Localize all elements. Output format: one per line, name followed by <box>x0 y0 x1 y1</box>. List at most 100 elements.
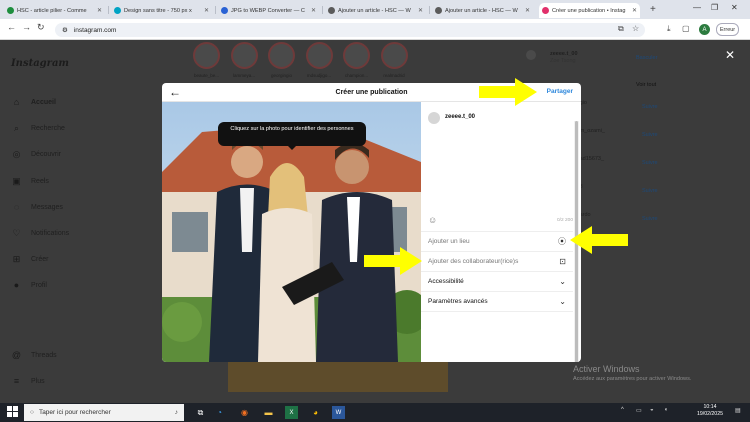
new-tab-button[interactable]: + <box>650 4 656 15</box>
nav-item-messenger[interactable]: ◌ Messages <box>11 201 63 213</box>
instagram-logo[interactable]: Instagram <box>11 58 69 69</box>
close-tab-icon[interactable]: ✕ <box>204 7 209 14</box>
close-tab-icon[interactable]: ✕ <box>311 7 316 14</box>
nav-item-reels[interactable]: ▣ Reels <box>11 175 49 187</box>
option-label: Ajouter un lieu <box>428 238 470 245</box>
nav-item-home[interactable]: ⌂ Accueil <box>11 96 56 108</box>
file-explorer-icon[interactable]: ▬ <box>262 406 275 419</box>
notification-icon[interactable]: ▤ <box>735 407 741 414</box>
minimize-icon[interactable]: — <box>693 3 701 12</box>
option-row-4[interactable]: Paramètres avancés ⌄ <box>421 291 573 311</box>
reload-icon[interactable]: ↻ <box>37 22 45 33</box>
follow-button[interactable]: Suivre <box>642 188 658 194</box>
back-icon[interactable]: ← <box>7 22 16 32</box>
nav-item-search[interactable]: ⌕ Recherche <box>11 122 65 134</box>
taskbar-clock[interactable]: 10:14 19/02/2025 <box>697 404 723 418</box>
download-icon[interactable]: ⤓ <box>667 24 671 34</box>
word-icon[interactable]: W <box>332 406 345 419</box>
option-row-2[interactable]: Ajouter des collaborateur(rice)s ⊡ <box>421 251 573 271</box>
close-tab-icon[interactable]: ✕ <box>525 7 530 14</box>
tab-title: Ajouter un article - HSC — W <box>338 7 411 14</box>
battery-icon[interactable]: ▭ <box>636 407 642 414</box>
close-tab-icon[interactable]: ✕ <box>632 7 637 14</box>
address-bar[interactable]: ⚙ instagram.com <box>55 23 645 37</box>
nav-item-profile[interactable]: ● Profil <box>11 279 47 291</box>
avatar[interactable] <box>526 50 536 60</box>
story-avatar[interactable] <box>380 42 408 69</box>
tab-favicon-icon <box>7 7 14 14</box>
browser-tab[interactable]: Design sans titre - 750 px x ✕ <box>111 3 212 18</box>
option-row-1[interactable]: Ajouter un lieu ⦿ <box>421 231 573 251</box>
task-view-icon[interactable]: ⧉ <box>194 406 207 419</box>
see-all-link[interactable]: Voir tout <box>636 82 656 88</box>
browser-tab[interactable]: Ajouter un article - HSC — W ✕ <box>325 3 426 18</box>
location-pin-icon[interactable]: ⦿ <box>558 236 566 247</box>
post-username: zeeee.t_00 <box>445 114 476 120</box>
tray-chevron-icon[interactable]: ^ <box>621 407 624 413</box>
firefox-icon[interactable]: ◉ <box>238 406 251 419</box>
search-icon: ○ <box>30 409 34 416</box>
profile-icon: ● <box>13 280 20 290</box>
story-avatar[interactable] <box>305 42 333 69</box>
nav-item-compass[interactable]: ◎ Découvrir <box>11 148 61 160</box>
caption-textarea[interactable] <box>427 130 573 210</box>
nav-item-create[interactable]: ⊞ Créer <box>11 253 49 265</box>
close-tab-icon[interactable]: ✕ <box>97 7 102 14</box>
back-arrow-icon[interactable]: ← <box>169 85 181 99</box>
nav-item-label: Profil <box>31 281 47 289</box>
emoji-icon[interactable]: ☺ <box>428 215 437 225</box>
story-avatar[interactable] <box>343 42 370 69</box>
clock-time: 10:14 <box>703 404 717 410</box>
nav-item-threads[interactable]: @ Threads <box>11 349 57 361</box>
chevron-down-icon[interactable]: ⌄ <box>559 277 566 286</box>
taskbar-search[interactable]: ○ Taper ici pour rechercher ♪ <box>24 404 184 421</box>
microphone-icon[interactable]: ♪ <box>175 409 178 416</box>
follow-button[interactable]: Suivre <box>642 132 658 138</box>
tab-separator <box>322 6 323 14</box>
browser-tab[interactable]: JPG to WEBP Converter — C ✕ <box>218 3 319 18</box>
story-avatar[interactable] <box>230 42 258 69</box>
switch-account-link[interactable]: Basculer <box>636 55 657 61</box>
forward-icon[interactable]: → <box>22 22 31 32</box>
reels-icon: ▣ <box>12 175 21 186</box>
follow-button[interactable]: Suivre <box>642 216 658 222</box>
extensions-icon[interactable]: ▢ <box>682 24 690 33</box>
browser-tab[interactable]: Créer une publication • Instag ✕ <box>539 3 640 18</box>
maximize-icon[interactable]: ❐ <box>711 3 718 12</box>
annotation-arrow-left <box>570 226 628 254</box>
error-button[interactable]: Erreur <box>716 23 739 36</box>
volume-icon[interactable]: ◖ <box>664 407 668 413</box>
story-username[interactable]: lammeya... <box>229 73 259 78</box>
profile-avatar[interactable]: A <box>699 24 710 35</box>
follow-button[interactable]: Suivre <box>642 160 658 166</box>
network-icon[interactable]: ◒ <box>650 407 654 413</box>
close-window-icon[interactable]: ✕ <box>731 3 738 12</box>
browser-tab[interactable]: HSC - article pilier - Comme ✕ <box>4 3 105 18</box>
collaborator-icon[interactable]: ⊡ <box>559 257 566 266</box>
chevron-down-icon[interactable]: ⌄ <box>559 297 566 306</box>
edge-icon[interactable]: ◔ <box>213 406 226 419</box>
share-button[interactable]: Partager <box>547 88 573 95</box>
windows-start-icon[interactable] <box>7 406 18 417</box>
browser-tab[interactable]: Ajouter un article - HSC — W ✕ <box>432 3 533 18</box>
story-avatar[interactable] <box>268 42 295 69</box>
nav-item-heart[interactable]: ♡ Notifications <box>11 227 69 239</box>
close-tab-icon[interactable]: ✕ <box>418 7 423 14</box>
story-username[interactable]: champion... <box>342 73 372 78</box>
bookmark-star-icon[interactable]: ☆ <box>632 24 639 33</box>
close-modal-icon[interactable]: ✕ <box>725 48 735 62</box>
story-username[interactable]: mdsudjigo... <box>304 73 334 78</box>
current-username[interactable]: zeeee.t_00 <box>550 51 578 57</box>
install-icon[interactable]: ⧉ <box>618 24 624 34</box>
story-avatar[interactable] <box>193 42 220 69</box>
chrome-icon[interactable]: ◕ <box>309 406 322 419</box>
option-row-3[interactable]: Accessibilité ⌄ <box>421 271 573 291</box>
site-info-icon[interactable]: ⚙ <box>62 26 68 34</box>
follow-button[interactable]: Suivre <box>642 104 658 110</box>
excel-icon[interactable]: X <box>285 406 298 419</box>
story-username[interactable]: georgingio <box>267 73 297 78</box>
nav-item-menu[interactable]: ≡ Plus <box>11 375 45 387</box>
post-photo[interactable]: Cliquez sur la photo pour identifier des… <box>162 102 421 362</box>
story-username[interactable]: beaute_be... <box>192 73 222 78</box>
story-username[interactable]: realmadrid <box>379 73 409 78</box>
